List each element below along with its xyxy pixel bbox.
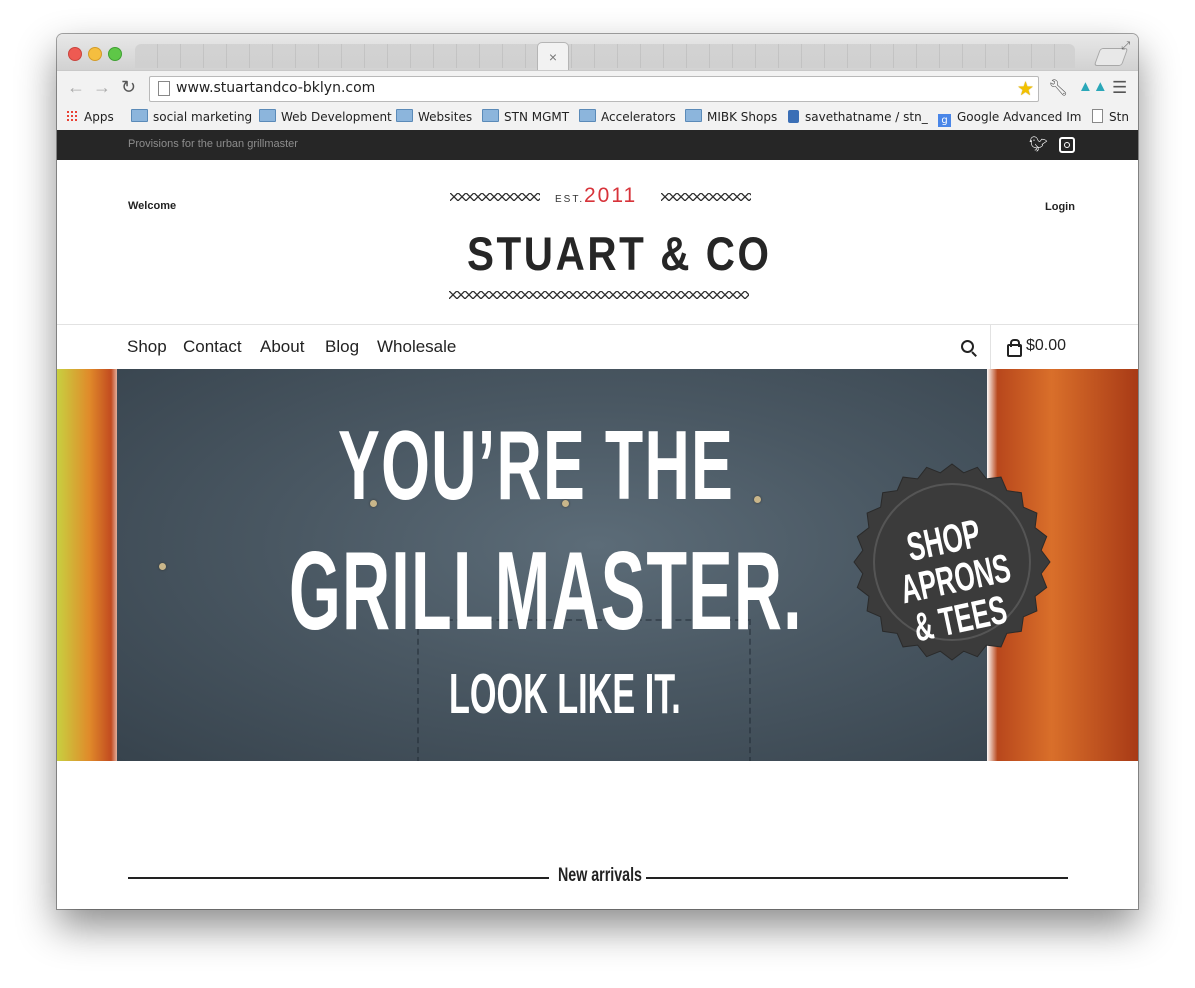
bookmarks-bar: Apps social marketing Web Development We… [57,104,1138,131]
tagline: Provisions for the urban grillmaster [128,138,298,150]
bookmark-web-development[interactable]: Web Development [259,108,392,126]
title-bar: × ⤢ [57,34,1138,71]
minimize-window-button[interactable] [88,47,102,61]
logo-ornament [449,291,749,299]
rivet [159,563,166,570]
close-tab-button[interactable]: × [537,42,569,71]
search-icon[interactable] [961,340,974,353]
bookmark-label: MIBK Shops [707,110,778,124]
bookmark-label: Web Development [281,110,392,124]
bookmark-label: social marketing [153,110,253,124]
nav-contact[interactable]: Contact [183,337,242,357]
bookmark-label: Apps [84,110,114,124]
est-label: EST. [555,194,585,205]
bookmark-label: Websites [418,110,473,124]
close-window-button[interactable] [68,47,82,61]
bookmark-label: Stn [1109,110,1129,124]
apps-icon [66,110,78,122]
back-icon[interactable]: ← [67,77,85,97]
hero-headline-2: GRILLMASTER. [289,529,803,653]
page-icon [1092,109,1103,123]
wrench-icon[interactable]: 🔧︎ [1048,78,1068,98]
bookmark-google-advanced[interactable]: g Google Advanced Im [938,108,1082,127]
welcome-text: Welcome [128,200,177,212]
cart-total[interactable]: $0.00 [1026,337,1066,355]
shop-seal-badge[interactable]: SHOP APRONS & TEES [852,462,1052,662]
browser-window: × ⤢ ← → ↻ www.stuartandco-bklyn.com ★ 🔧︎… [57,34,1138,909]
section-rule [128,877,549,879]
nav-blog[interactable]: Blog [325,337,359,357]
site-logo[interactable]: STUART & CO [467,226,772,281]
folder-icon [685,109,702,122]
bookmark-social-marketing[interactable]: social marketing [131,108,252,126]
folder-icon [482,109,499,122]
rivet [754,496,761,503]
url-text[interactable]: www.stuartandco-bklyn.com [176,80,375,96]
bookmark-websites[interactable]: Websites [396,108,472,126]
bookmark-savethatname[interactable]: savethatname / stn_ [788,108,928,126]
nav-about[interactable]: About [260,337,304,357]
reload-icon[interactable]: ↻ [121,77,136,97]
hero-headline: YOU’RE THE [338,410,735,520]
website: Provisions for the urban grillmaster 🐦︎ … [57,130,1138,909]
top-bar: Provisions for the urban grillmaster 🐦︎ [57,130,1138,160]
stack-icon [788,110,799,123]
tab-strip [135,44,1075,68]
bookmark-apps[interactable]: Apps [66,108,114,126]
new-arrivals-heading: New arrivals [558,865,642,886]
bookmark-label: Google Advanced Im [957,110,1082,124]
bookmark-accelerators[interactable]: Accelerators [579,108,676,126]
folder-icon [396,109,413,122]
logo-ornament [450,193,540,201]
folder-icon [131,109,148,122]
page-icon [158,81,170,96]
bookmark-label: Accelerators [601,110,676,124]
browser-toolbar: ← → ↻ www.stuartandco-bklyn.com ★ 🔧︎ ▲▲ … [57,70,1138,105]
google-icon: g [938,114,951,127]
est-year: 2011 [584,184,638,207]
hero-subheadline: LOOK LIKE IT. [449,662,681,726]
hero-banner[interactable]: YOU’RE THE GRILLMASTER. LOOK LIKE IT. SH… [57,369,1138,761]
menu-icon[interactable]: ☰ [1112,78,1127,98]
login-link[interactable]: Login [1045,201,1075,213]
extension-icon[interactable]: ▲▲ [1078,78,1108,95]
folder-icon [259,109,276,122]
bookmark-stn[interactable]: Stn [1092,108,1129,126]
nav-wholesale[interactable]: Wholesale [377,337,456,357]
bookmark-stn-mgmt[interactable]: STN MGMT [482,108,569,126]
bookmark-star-icon[interactable]: ★ [1017,78,1034,101]
nav-separator [990,325,991,369]
bookmark-label: savethatname / stn_ [805,110,928,124]
folder-icon [579,109,596,122]
main-nav: Shop Contact About Blog Wholesale $0.00 [57,325,1138,369]
fullscreen-icon[interactable]: ⤢ [1121,40,1130,53]
maximize-window-button[interactable] [108,47,122,61]
twitter-icon[interactable]: 🐦︎ [1029,135,1048,153]
shopping-bag-icon[interactable] [1007,339,1022,357]
bookmark-mibk-shops[interactable]: MIBK Shops [685,108,777,126]
section-rule [646,877,1068,879]
instagram-icon[interactable] [1059,137,1075,153]
forward-icon[interactable]: → [93,77,111,97]
logo-ornament [661,193,751,201]
bookmark-label: STN MGMT [504,110,570,124]
address-bar[interactable]: www.stuartandco-bklyn.com ★ [149,76,1039,102]
nav-shop[interactable]: Shop [127,337,167,357]
